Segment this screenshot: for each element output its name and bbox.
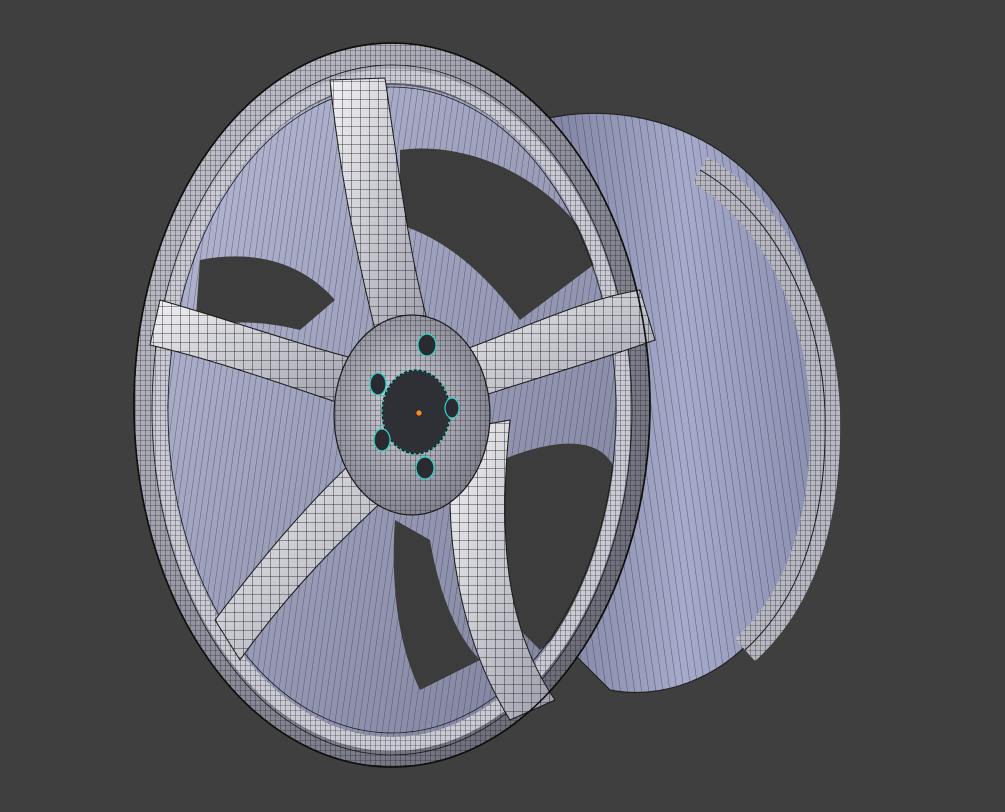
hub xyxy=(333,314,491,516)
origin-point xyxy=(415,409,423,417)
wheel-mesh[interactable] xyxy=(0,0,1005,812)
3d-viewport[interactable] xyxy=(0,0,1005,812)
